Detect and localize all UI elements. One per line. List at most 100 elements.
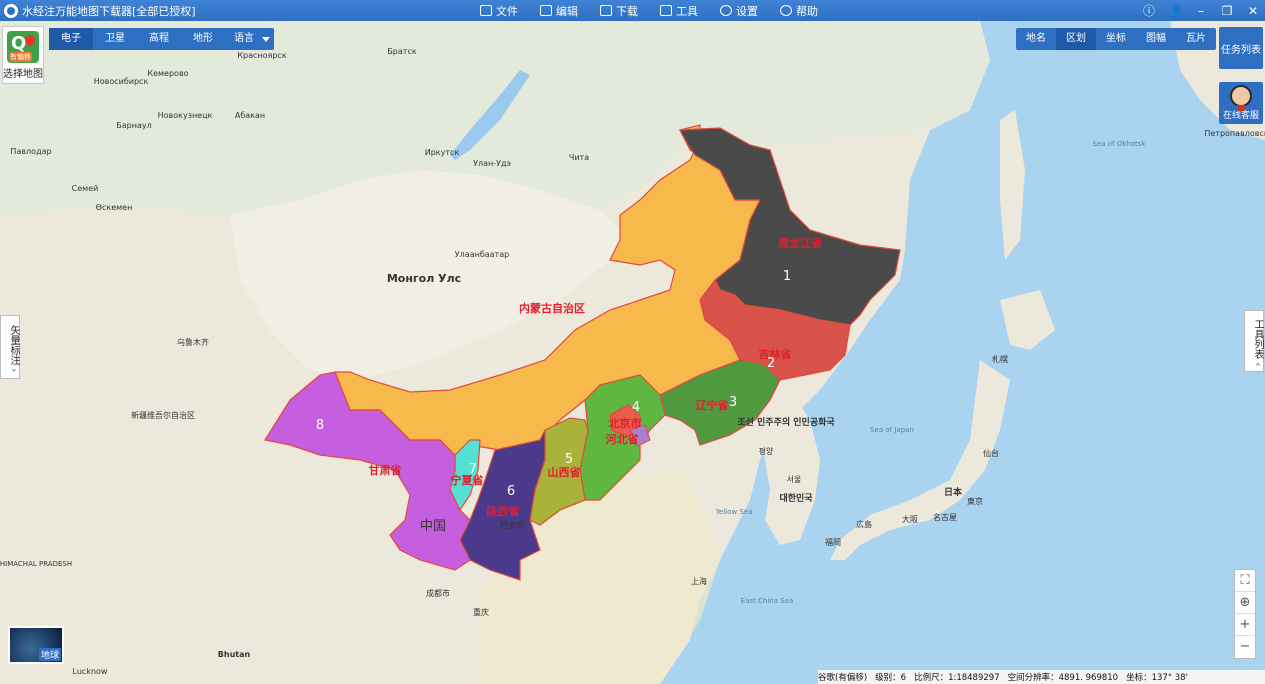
window-controls: ⓘ 👤 – ❐ ✕	[1143, 0, 1259, 21]
vector-label-panel-toggle[interactable]: 矢量标注 ›	[0, 315, 20, 379]
minimize-button[interactable]: –	[1195, 4, 1207, 18]
tab-map-elevation[interactable]: 高程	[137, 28, 181, 50]
tab-layer-coordinate[interactable]: 坐标	[1096, 28, 1136, 50]
zoom-controls: ⛶ ⊕ + −	[1234, 569, 1256, 659]
folder-icon	[480, 5, 492, 16]
fullscreen-icon[interactable]: ⛶	[1235, 570, 1255, 592]
map-source-logo-icon: Q 有偏移	[7, 31, 39, 63]
label-korea-south: 대한민국	[779, 492, 813, 504]
label-shanxi: 山西省	[548, 465, 581, 479]
tab-map-electronic[interactable]: 电子	[49, 28, 93, 50]
number-shanxi: 5	[565, 452, 573, 467]
menu-file[interactable]: 文件	[480, 0, 518, 21]
close-button[interactable]: ✕	[1247, 4, 1259, 18]
label-fukuoka: 福岡	[825, 538, 841, 547]
maximize-button[interactable]: ❐	[1221, 4, 1233, 18]
number-beijing: 4	[632, 400, 640, 415]
label-chongqing: 重庆	[473, 607, 489, 617]
label-shanghai: 上海	[691, 576, 707, 586]
menu-help[interactable]: 帮助	[780, 0, 818, 21]
gear-icon	[720, 5, 732, 16]
label-liaoning: 辽宁省	[696, 398, 729, 412]
label-xian: 西安市	[500, 520, 524, 530]
online-service-button[interactable]: 在线客服	[1219, 82, 1263, 124]
number-ningxia: 7	[469, 462, 477, 477]
label-sea-okhotsk: Sea of Okhotsk	[1093, 140, 1147, 148]
tab-layer-division[interactable]: 区划	[1056, 28, 1096, 50]
globe-label: 地球	[38, 648, 61, 661]
map-svg: 黑龙江省 1 吉林省 2 辽宁省 3 北京市 4 河北省 山西省 5 陕西省 6…	[0, 21, 1265, 684]
label-himachal: HIMACHAL PRADESH	[0, 560, 72, 568]
user-icon[interactable]: 👤	[1169, 4, 1184, 18]
toolbox-icon	[660, 5, 672, 16]
globe-view-button[interactable]: 地球	[8, 626, 64, 664]
label-barnaul: Барнаул	[116, 121, 151, 130]
map-logo-letter: Q	[11, 33, 27, 54]
tool-list-panel-toggle[interactable]: 工具列表 ‹	[1244, 310, 1264, 372]
zoom-out-icon[interactable]: −	[1235, 636, 1255, 658]
menu-tools[interactable]: 工具	[660, 0, 698, 21]
language-label: 语言	[234, 33, 254, 44]
tool-list-text: 工具列表	[1252, 318, 1263, 359]
label-sea-japan: Sea of Japan	[870, 426, 914, 434]
menu-settings[interactable]: 设置	[720, 0, 758, 21]
vector-label-text: 矢量标注	[8, 325, 19, 366]
label-lucknow: Lucknow	[73, 667, 108, 676]
label-xinjiang: 新疆维吾尔自治区	[131, 410, 195, 420]
label-china: 中国	[420, 519, 446, 534]
menu-download[interactable]: 下载	[600, 0, 638, 21]
menu-tools-label: 工具	[676, 4, 698, 18]
status-source: 谷歌(有偏移)	[818, 673, 868, 683]
label-pyongyang: 평양	[759, 446, 774, 456]
menu-edit-label: 编辑	[556, 4, 578, 18]
download-icon	[600, 5, 612, 16]
info-icon[interactable]: ⓘ	[1143, 2, 1155, 19]
zoom-in-icon[interactable]: +	[1235, 614, 1255, 636]
tab-map-satellite[interactable]: 卫星	[93, 28, 137, 50]
label-pavlodar: Павлодар	[10, 147, 51, 156]
status-resolution: 空间分辨率：4891. 969810	[1007, 673, 1119, 683]
number-jilin: 2	[767, 356, 775, 371]
label-ulaanbaatar: Улаанбаатар	[455, 250, 509, 259]
locate-icon[interactable]: ⊕	[1235, 592, 1255, 614]
tab-layer-placename[interactable]: 地名	[1016, 28, 1056, 50]
label-novokuznetsk: Новокузнецк	[158, 111, 213, 120]
label-yellow-sea: Yellow Sea	[715, 508, 753, 516]
label-hiroshima: 広島	[856, 519, 872, 529]
status-scale: 比例尺：1:18489297	[914, 673, 1000, 683]
label-abakan: Абакан	[235, 111, 265, 120]
map-selector[interactable]: Q 有偏移 选择地图	[2, 26, 44, 84]
offset-badge: 有偏移	[9, 52, 32, 62]
menu-help-label: 帮助	[796, 4, 818, 18]
app-logo-icon	[4, 3, 18, 18]
tab-layer-sheet[interactable]: 图幅	[1136, 28, 1176, 50]
label-seoul: 서울	[787, 475, 802, 484]
status-bar: 谷歌(有偏移) 级别：6 比例尺：1:18489297 空间分辨率：4891. …	[818, 670, 1265, 684]
main-menu: 文件 编辑 下载 工具 设置 帮助	[480, 0, 840, 21]
tab-layer-tile[interactable]: 瓦片	[1176, 28, 1216, 50]
label-gansu: 甘肃省	[369, 463, 402, 477]
layer-tabs: 地名 区划 坐标 图幅 瓦片	[1016, 28, 1216, 50]
map-selector-label: 选择地图	[3, 69, 43, 80]
label-east-china-sea: East China Sea	[741, 597, 794, 605]
map-type-tabs: 电子 卫星 高程 地形	[49, 28, 225, 50]
chevron-left-icon: ‹	[1252, 362, 1263, 367]
label-bratsk: Братск	[387, 47, 417, 56]
task-list-button[interactable]: 任务列表	[1219, 27, 1263, 69]
map-canvas[interactable]: 黑龙江省 1 吉林省 2 辽宁省 3 北京市 4 河北省 山西省 5 陕西省 6…	[0, 21, 1265, 684]
menu-edit[interactable]: 编辑	[540, 0, 578, 21]
status-coord: 坐标：137° 38'	[1126, 673, 1188, 683]
number-liaoning: 3	[729, 395, 737, 410]
label-chita: Чита	[569, 153, 589, 162]
label-krasnoyarsk: Красноярск	[237, 51, 286, 60]
label-mongolia-text: Монгол Улс	[387, 272, 461, 285]
chevron-down-icon	[262, 37, 270, 42]
edit-icon	[540, 5, 552, 16]
help-icon	[780, 5, 792, 16]
menu-settings-label: 设置	[736, 4, 758, 18]
chevron-right-icon: ›	[8, 368, 19, 373]
menu-download-label: 下载	[616, 4, 638, 18]
language-dropdown[interactable]: 语言	[214, 28, 274, 50]
label-novosibirsk: Новосибирск	[94, 77, 149, 86]
label-beijing: 北京市	[609, 416, 642, 430]
